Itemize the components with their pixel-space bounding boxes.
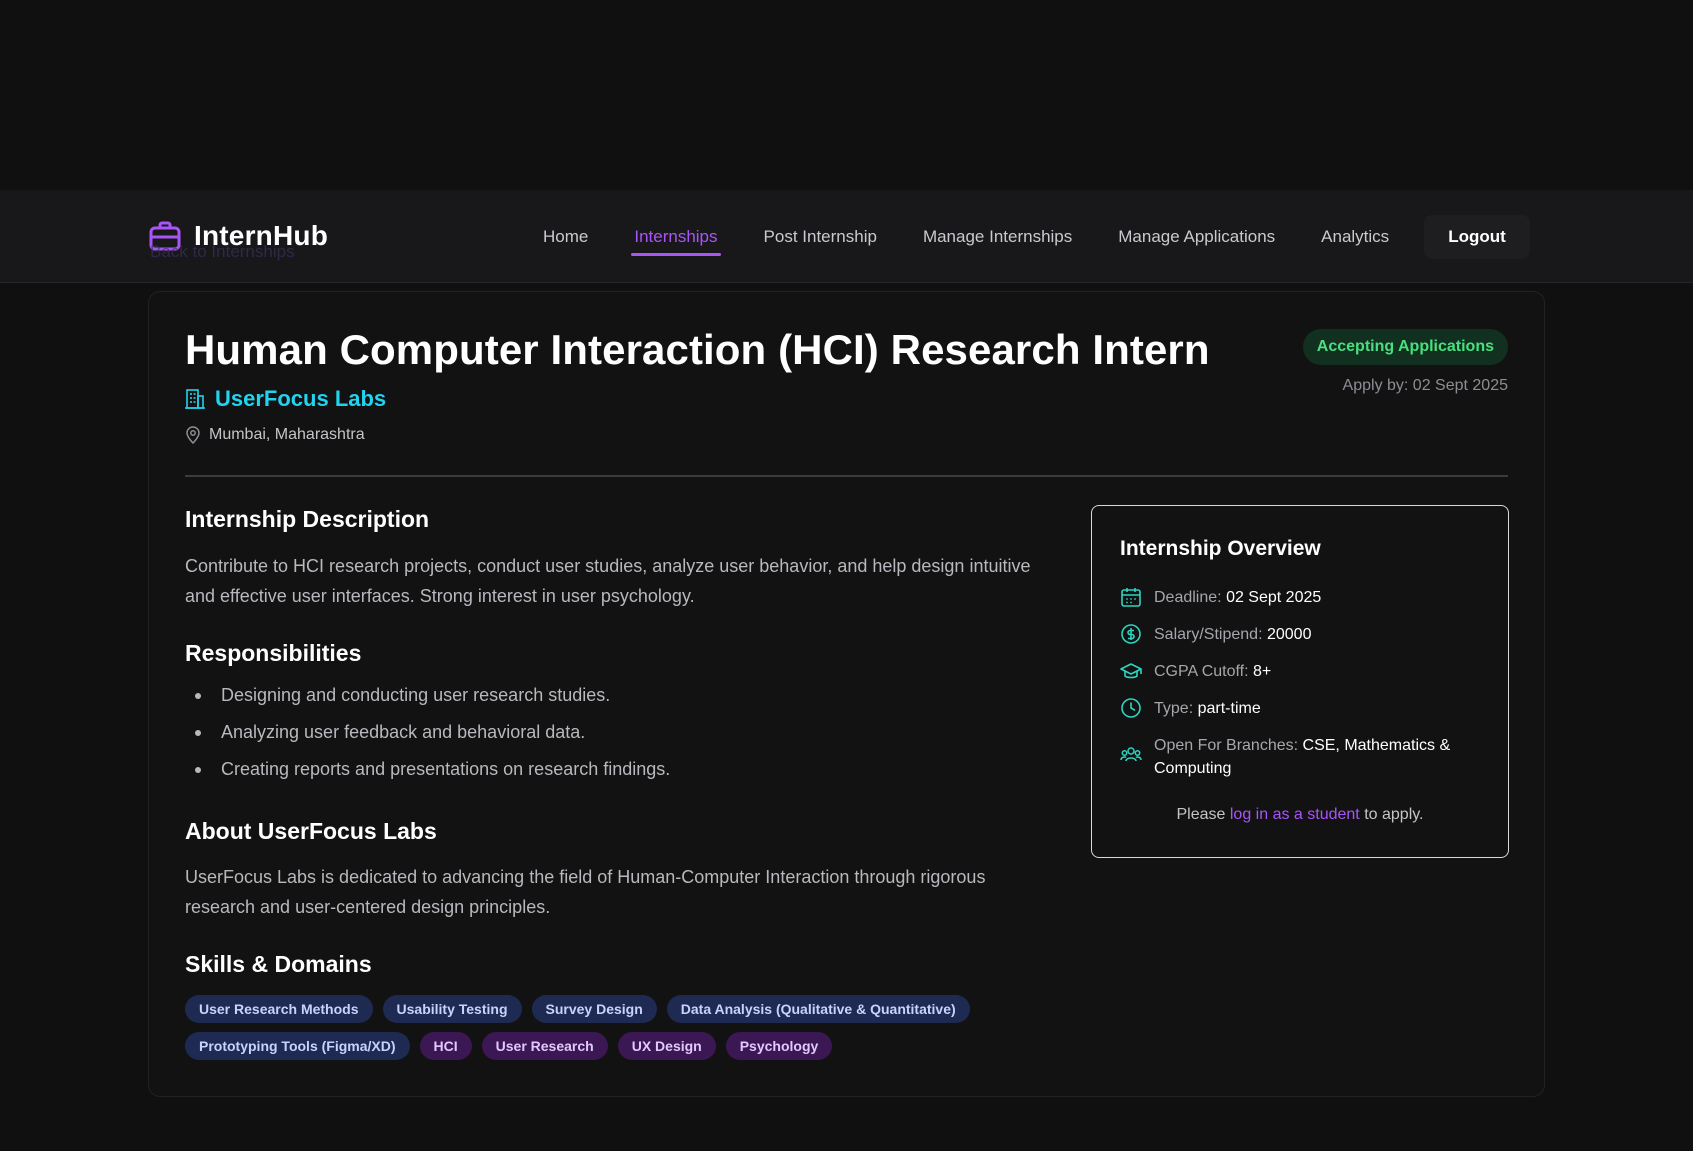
skills-heading: Skills & Domains <box>185 951 372 977</box>
nav-links: Home Internships Post Internship Manage … <box>520 212 1530 262</box>
company-row: UserFocus Labs <box>185 386 386 412</box>
apply-note: Please log in as a student to apply. <box>1092 806 1508 824</box>
header-divider <box>185 475 1508 477</box>
apply-note-suffix: to apply. <box>1364 806 1424 823</box>
calendar-icon <box>1121 588 1141 607</box>
deadline-label: Deadline: <box>1154 589 1222 606</box>
dollar-icon <box>1121 624 1141 644</box>
about-text: UserFocus Labs is dedicated to advancing… <box>185 867 986 917</box>
map-pin-icon <box>186 426 200 444</box>
overview-heading: Internship Overview <box>1120 537 1321 560</box>
location-text: Mumbai, Maharashtra <box>209 426 365 443</box>
location-row: Mumbai, Maharashtra <box>185 426 365 444</box>
page-title: Human Computer Interaction (HCI) Researc… <box>185 326 1210 373</box>
responsibility-text: Creating reports and presentations on re… <box>221 759 671 779</box>
type-value: part-time <box>1197 700 1261 717</box>
salary-value: 20000 <box>1266 626 1312 643</box>
overview-row-type: Type: part-time <box>1120 697 1480 720</box>
logout-button[interactable]: Logout <box>1424 215 1530 259</box>
responsibilities-heading: Responsibilities <box>185 640 362 666</box>
nav-post-internship[interactable]: Post Internship <box>741 212 900 262</box>
overview-row-deadline: Deadline: 02 Sept 2025 <box>1120 586 1480 609</box>
domain-tag[interactable]: User Research <box>481 1032 608 1060</box>
skill-tag[interactable]: Prototyping Tools (Figma/XD) <box>185 1032 410 1060</box>
internship-detail-card: Human Computer Interaction (HCI) Researc… <box>148 291 1545 1097</box>
responsibility-text: Analyzing user feedback and behavioral d… <box>221 722 586 742</box>
skill-tag[interactable]: Usability Testing <box>382 995 522 1023</box>
description-text: Contribute to HCI research projects, con… <box>185 556 1031 606</box>
overview-row-salary: Salary/Stipend: 20000 <box>1120 623 1480 646</box>
type-label: Type: <box>1154 700 1194 717</box>
navbar: InternHub Back to Internships Home Inter… <box>0 190 1693 283</box>
bullet-icon <box>195 692 201 699</box>
cgpa-label: CGPA Cutoff: <box>1154 663 1249 680</box>
list-item: Creating reports and presentations on re… <box>185 751 670 788</box>
top-blank-area <box>0 0 1693 190</box>
graduation-cap-icon <box>1120 663 1142 679</box>
branches-label: Open For Branches: <box>1154 737 1299 754</box>
nav-manage-applications[interactable]: Manage Applications <box>1095 212 1298 262</box>
responsibility-text: Designing and conducting user research s… <box>221 685 611 705</box>
skill-tag[interactable]: User Research Methods <box>185 995 373 1023</box>
overview-row-branches: Open For Branches: CSE, Mathematics & Co… <box>1120 734 1480 780</box>
nav-internships[interactable]: Internships <box>611 212 740 262</box>
about-heading: About UserFocus Labs <box>185 818 437 844</box>
bullet-icon <box>195 729 201 736</box>
bullet-icon <box>195 766 201 773</box>
building-icon <box>185 389 205 409</box>
nav-home[interactable]: Home <box>520 212 611 262</box>
company-name-link[interactable]: UserFocus Labs <box>215 386 386 412</box>
list-item: Designing and conducting user research s… <box>185 677 670 714</box>
internship-overview-panel: Internship Overview Deadline: 02 Sept 20… <box>1091 505 1509 858</box>
domain-tag[interactable]: Psychology <box>725 1032 833 1060</box>
salary-label: Salary/Stipend: <box>1154 626 1263 643</box>
description-heading: Internship Description <box>185 506 430 532</box>
domain-tag[interactable]: HCI <box>419 1032 472 1060</box>
clock-icon <box>1121 698 1141 718</box>
domain-tag[interactable]: UX Design <box>617 1032 716 1060</box>
status-badge: Accepting Applications <box>1302 329 1508 365</box>
overview-row-cgpa: CGPA Cutoff: 8+ <box>1120 660 1480 683</box>
list-item: Analyzing user feedback and behavioral d… <box>185 714 670 751</box>
apply-note-prefix: Please <box>1176 806 1226 823</box>
skills-tags: User Research Methods Usability Testing … <box>185 995 1085 1060</box>
deadline-value: 02 Sept 2025 <box>1226 589 1322 606</box>
apply-by-date: Apply by: 02 Sept 2025 <box>1342 377 1508 394</box>
users-icon <box>1120 747 1142 762</box>
login-as-student-link[interactable]: log in as a student <box>1230 806 1360 823</box>
cgpa-value: 8+ <box>1253 663 1272 680</box>
nav-manage-internships[interactable]: Manage Internships <box>900 212 1095 262</box>
responsibilities-list: Designing and conducting user research s… <box>185 677 670 788</box>
skill-tag[interactable]: Survey Design <box>531 995 657 1023</box>
skill-tag[interactable]: Data Analysis (Qualitative & Quantitativ… <box>666 995 970 1023</box>
nav-analytics[interactable]: Analytics <box>1298 212 1412 262</box>
back-to-internships-link[interactable]: Back to Internships <box>150 242 295 262</box>
